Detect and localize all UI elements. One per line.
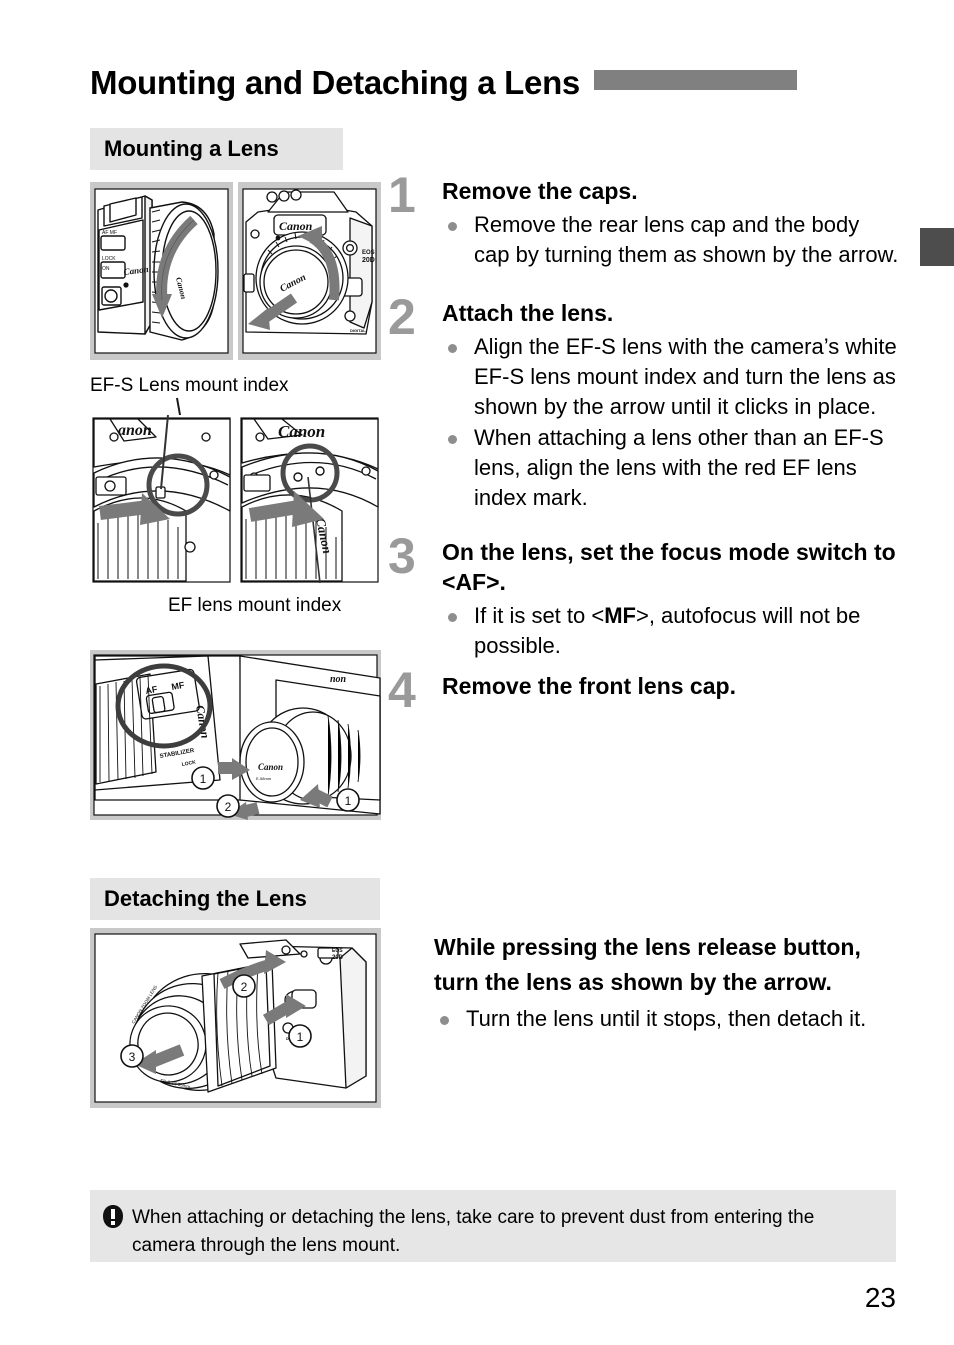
- caution-note-text: When attaching or detaching the lens, ta…: [132, 1207, 815, 1256]
- svg-text:20D: 20D: [332, 955, 344, 961]
- step-3-bullet-mark: MF: [604, 603, 636, 628]
- svg-text:Canon: Canon: [258, 762, 283, 772]
- svg-text:LOCK: LOCK: [102, 256, 116, 262]
- caption-efs-text: EF-S Lens mount index: [90, 375, 289, 396]
- svg-text:2: 2: [225, 800, 232, 814]
- svg-text:ON: ON: [102, 266, 110, 272]
- caution-note: When attaching or detaching the lens, ta…: [90, 1190, 896, 1262]
- detaching-bullets: Turn the lens until it stops, then detac…: [434, 1004, 900, 1034]
- step-2-bullets: Align the EF-S lens with the camera’s wh…: [442, 332, 900, 513]
- step-3-bullet-pre: If it is set to <: [474, 603, 605, 628]
- section-heading-mounting-label: Mounting a Lens: [104, 136, 279, 161]
- step-2-title: Attach the lens.: [442, 300, 614, 326]
- svg-text:3: 3: [129, 1050, 136, 1064]
- figure-detaching-lens: CANON ZOOM LENS EF-S 18-55mm EOS 20D DIG…: [90, 928, 381, 1108]
- step-2: 2 Attach the lens. Align the EF-S lens w…: [388, 292, 900, 513]
- svg-text:E-58mm: E-58mm: [256, 776, 272, 781]
- step-4-title: Remove the front lens cap.: [442, 673, 736, 699]
- step-1-bullets: Remove the rear lens cap and the body ca…: [442, 210, 900, 270]
- step-1-number: 1: [388, 167, 416, 223]
- page-title: Mounting and Detaching a Lens: [90, 64, 580, 101]
- step-1: 1 Remove the caps. Remove the rear lens …: [388, 170, 900, 270]
- section-heading-detaching-label: Detaching the Lens: [104, 886, 307, 911]
- step-2-bullet-1: Align the EF-S lens with the camera’s wh…: [442, 332, 900, 422]
- svg-text:1: 1: [297, 1030, 304, 1044]
- edge-tab-marker: [920, 228, 954, 266]
- svg-text:AF: AF: [145, 684, 159, 696]
- svg-text:Canon: Canon: [279, 219, 313, 233]
- step-3-title-mark: AF: [455, 569, 487, 595]
- detaching-instructions: While pressing the lens release button, …: [434, 930, 900, 1035]
- caption-ef-lens-mount-index: EF lens mount index: [168, 594, 341, 618]
- figure-lens-rear-cap: AF MF LOCK ON Canon Canon: [90, 182, 233, 360]
- step-1-bullet-1: Remove the rear lens cap and the body ca…: [442, 210, 900, 270]
- svg-text:2: 2: [241, 980, 248, 994]
- svg-text:anon: anon: [118, 422, 152, 439]
- figure-ef-mount-index: Canon Canon: [238, 415, 381, 585]
- step-3-number: 3: [388, 528, 416, 584]
- mounting-steps: 1 Remove the caps. Remove the rear lens …: [388, 170, 900, 715]
- section-heading-mounting: Mounting a Lens: [90, 128, 343, 170]
- figure-efs-mount-index: anon: [90, 415, 233, 585]
- detaching-bullet-1: Turn the lens until it stops, then detac…: [434, 1004, 900, 1034]
- step-3-title-post: >.: [486, 569, 506, 595]
- svg-text:1: 1: [345, 794, 352, 808]
- step-3: 3 On the lens, set the focus mode switch…: [388, 531, 900, 661]
- caution-icon: [102, 1205, 132, 1234]
- svg-text:AF MF: AF MF: [102, 230, 117, 236]
- step-3-title-pre: On the lens, set the focus mode switch t…: [442, 539, 896, 595]
- caption-ef-text: EF lens mount index: [168, 595, 342, 616]
- detaching-title: While pressing the lens release button, …: [434, 934, 861, 995]
- step-2-bullet-2: When attaching a lens other than an EF-S…: [442, 423, 900, 513]
- svg-text:DIGITAL: DIGITAL: [350, 328, 366, 333]
- manual-page: Mounting and Detaching a Lens Mounting a…: [0, 0, 954, 1345]
- page-header: Mounting and Detaching a Lens: [90, 62, 896, 110]
- svg-text:20D: 20D: [362, 257, 375, 264]
- svg-text:EOS: EOS: [332, 948, 343, 954]
- svg-text:EOS: EOS: [362, 250, 375, 256]
- page-number: 23: [864, 1282, 896, 1313]
- step-4: 4 Remove the front lens cap.: [388, 665, 900, 715]
- figure-focus-mode-switch: AF MF STABILIZER LOCK Canon non Canon E-…: [90, 650, 381, 820]
- step-3-title: On the lens, set the focus mode switch t…: [442, 537, 900, 597]
- caption-efs-lens-mount-index: EF-S Lens mount index: [90, 374, 289, 398]
- title-accent-bar: [593, 70, 797, 90]
- figure-camera-body-cap: Canon Canon EOS 20D DIGITAL: [238, 182, 381, 360]
- step-4-number: 4: [388, 662, 416, 718]
- svg-text:non: non: [330, 674, 347, 685]
- step-1-title: Remove the caps.: [442, 178, 638, 204]
- step-2-number: 2: [388, 289, 416, 345]
- step-3-bullet-1: If it is set to <MF>, autofocus will not…: [442, 601, 900, 661]
- step-3-bullets: If it is set to <MF>, autofocus will not…: [442, 601, 900, 661]
- svg-text:Canon: Canon: [278, 422, 325, 441]
- svg-text:1: 1: [200, 772, 207, 786]
- section-heading-detaching: Detaching the Lens: [90, 878, 380, 920]
